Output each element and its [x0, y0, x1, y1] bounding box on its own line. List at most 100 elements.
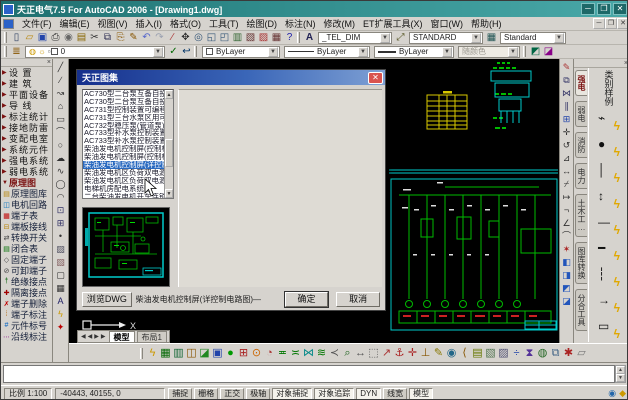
table-icon[interactable]: ▦	[54, 282, 67, 295]
sidebar-item-端子删除[interactable]: ✗端子删除	[1, 298, 52, 309]
telec-tool-icon[interactable]: ◪	[198, 346, 211, 360]
arrow-symbol-icon[interactable]: →ϟ	[596, 291, 622, 315]
telec-tool-icon[interactable]: ▣	[211, 346, 224, 360]
command-input[interactable]	[3, 365, 615, 383]
telec-tool-icon[interactable]: ↗	[380, 346, 393, 360]
designcenter-icon[interactable]: ▧	[244, 32, 257, 44]
sidebar-item-端子表[interactable]: ▦端子表	[1, 210, 52, 221]
telec-tool-icon[interactable]: ▧	[484, 346, 497, 360]
make-block-icon[interactable]: ⊞	[54, 217, 67, 230]
scroll-thumb[interactable]	[165, 139, 173, 167]
telec-tool-icon[interactable]: ◍	[536, 346, 549, 360]
extend-icon[interactable]: ↦	[560, 191, 573, 204]
terminal-symbol-icon[interactable]: —ϟ	[596, 213, 622, 237]
open-icon[interactable]: ▱	[23, 32, 36, 44]
menu-item[interactable]: 窗口(W)	[427, 17, 468, 30]
atlas-list-item[interactable]: 柴油发电机控制屏(控制柜...	[83, 145, 164, 153]
plot-icon[interactable]: ⎙	[49, 32, 62, 44]
chamfer-icon[interactable]: ∠	[560, 217, 573, 230]
sidebar-item-隔离接点[interactable]: ✚隔离接点	[1, 287, 52, 298]
telec-tool-icon[interactable]: ↔	[354, 346, 367, 360]
mdi-window-button[interactable]: ─	[593, 18, 605, 29]
layer-combo[interactable]: ◍ ☼ ▫ 0 ▼	[25, 46, 165, 58]
erase-icon[interactable]: ✎	[560, 61, 573, 74]
pan-icon[interactable]: ✥	[179, 32, 192, 44]
telec-tool-icon[interactable]: ⊥	[419, 346, 432, 360]
palette-tab-消防[interactable]: 消防	[575, 132, 587, 158]
telec-tool-icon[interactable]: ▨	[497, 346, 510, 360]
dim-style-combo[interactable]: STANDARD▼	[409, 32, 483, 44]
atlas-list-item[interactable]: AC731型三台水泵区用可...	[83, 114, 164, 122]
paste-icon[interactable]: ⎘	[114, 32, 127, 44]
telec-tool-icon[interactable]: ▦	[159, 346, 172, 360]
text-style-combo[interactable]: _TEL_DIM▼	[318, 32, 392, 44]
tab-layout1[interactable]: 布局1	[137, 331, 167, 342]
ok-button[interactable]: 确定	[285, 292, 329, 307]
erase-icon[interactable]: ∕	[166, 32, 179, 44]
box-symbol-icon[interactable]: ▭ϟ	[596, 317, 622, 341]
list-scrollbar[interactable]: ▲ ▼	[164, 90, 173, 198]
polyline-icon[interactable]: ↝	[54, 87, 67, 100]
calculator-icon[interactable]: ▦	[270, 32, 283, 44]
telec-tool-icon[interactable]: ⚓	[393, 346, 406, 360]
switch-symbol-icon[interactable]: ⌁ϟ	[596, 109, 622, 133]
sidebar-item-转换开关[interactable]: ⇄转换开关	[1, 232, 52, 243]
toggle-正交[interactable]: 正交	[220, 388, 244, 400]
dialog-titlebar[interactable]: 天正图集 ✕	[77, 70, 385, 85]
toggle-对象追踪[interactable]: 对象追踪	[314, 388, 354, 400]
ellipse-arc-icon[interactable]: ◠	[54, 191, 67, 204]
toolbar-grip[interactable]	[4, 32, 7, 43]
block-copy-icon[interactable]: ◨	[560, 269, 573, 282]
telec-view-tool-icon[interactable]: ◪	[542, 46, 555, 58]
atlas-list-item[interactable]: AC733型补水泵控制装置...	[83, 129, 164, 137]
telec-tool-icon[interactable]: ⊞	[237, 346, 250, 360]
atlas-list-item[interactable]: AC731型控制装置可编程序...	[83, 106, 164, 114]
tab-nav-prev-icon[interactable]: ◀	[87, 333, 94, 340]
menu-item[interactable]: 插入(I)	[132, 17, 167, 30]
sidebar-item-接地防雷[interactable]: ▶接地防雷	[1, 122, 52, 133]
chevron-down-icon[interactable]: ▼	[380, 33, 390, 43]
chevron-down-icon[interactable]: ▼	[554, 33, 564, 43]
menu-item[interactable]: 视图(V)	[94, 17, 132, 30]
telec-tool-icon[interactable]: ≖	[276, 346, 289, 360]
toolbar-grip[interactable]	[140, 348, 143, 359]
spline-icon[interactable]: ∿	[54, 165, 67, 178]
atlas-list-item[interactable]: AC732型稳压泵(管道泵)...	[83, 122, 164, 130]
zoom-previous-icon[interactable]: ◰	[218, 32, 231, 44]
redo-icon[interactable]: ↷	[153, 32, 166, 44]
help-icon[interactable]: ?	[283, 32, 296, 44]
table-style-icon[interactable]: ▦	[485, 32, 498, 44]
telec-tool-icon[interactable]: ⧗	[523, 346, 536, 360]
sidebar-item-设 置[interactable]: ▶设 置	[1, 67, 52, 78]
properties-icon[interactable]: ▥	[231, 32, 244, 44]
scale-icon[interactable]: ⊿	[560, 152, 573, 165]
menu-item[interactable]: 工具(T)	[205, 17, 243, 30]
atlas-list-item[interactable]: 柴油发电机控制屏(控制柜...	[83, 153, 164, 161]
chevron-down-icon[interactable]: ▼	[358, 47, 368, 57]
toggle-对象捕捉[interactable]: 对象捕捉	[272, 388, 312, 400]
telec-quick-icon[interactable]: ϟ	[146, 346, 159, 360]
toolbar-grip[interactable]	[523, 46, 526, 57]
scroll-up-icon[interactable]: ▲	[616, 366, 625, 374]
toggle-模型[interactable]: 模型	[409, 388, 433, 400]
chevron-down-icon[interactable]: ▼	[153, 47, 163, 57]
telec-tool-icon[interactable]: ✛	[406, 346, 419, 360]
fuse-symbol-icon[interactable]: ↕ϟ	[596, 187, 622, 211]
palette-tab-土木工…[interactable]: 土木工…	[575, 194, 587, 237]
telec-tool-icon[interactable]: ◉	[445, 346, 458, 360]
palette-tab-弱电[interactable]: 弱电	[575, 101, 587, 127]
sidebar-item-原理图[interactable]: ▼原理图	[1, 177, 52, 188]
palette-tab-电力[interactable]: 电力	[575, 163, 587, 189]
sidebar-item-沿线标注[interactable]: ⋯沿线标注	[1, 331, 52, 342]
copy-icon[interactable]: ⧉	[101, 32, 114, 44]
explode-icon[interactable]: ✶	[560, 243, 573, 256]
dialog-close-button[interactable]: ✕	[368, 72, 383, 84]
atlas-list-item[interactable]: AC733型补水泵控制装置...	[83, 137, 164, 145]
offset-icon[interactable]: ∥	[560, 100, 573, 113]
lineweight-combo[interactable]: ByLayer ▼	[374, 46, 454, 58]
maximize-button[interactable]: ❐	[597, 3, 611, 15]
scroll-up-icon[interactable]: ▲	[165, 90, 173, 99]
atlas-list-item[interactable]: 柴油发电机控制屏(详控制...	[83, 161, 164, 169]
browse-dwg-button[interactable]: 浏览DWG	[82, 292, 132, 307]
scale-indicator[interactable]: 比例 1:100	[4, 388, 52, 400]
